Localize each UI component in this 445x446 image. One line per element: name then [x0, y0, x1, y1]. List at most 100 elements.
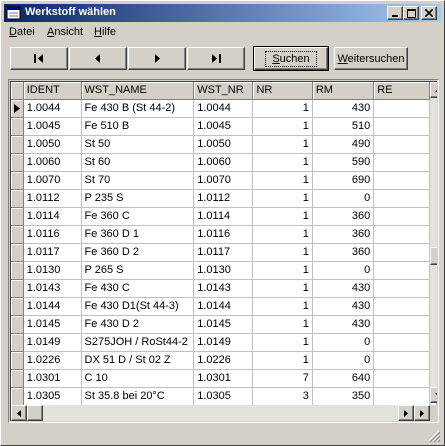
material-table[interactable]: IDENT WST_NAME WST_NR NR RM RE 1.0044 Fe … — [11, 82, 437, 406]
table-row[interactable]: 1.0050 St 50 1.0050 1 490 — [11, 135, 437, 154]
cell-wst-nr[interactable]: 1.0045 — [193, 117, 254, 136]
table-row[interactable]: 1.0060 St 60 1.0060 1 590 — [11, 153, 437, 172]
cell-ident[interactable]: 1.0130 — [23, 261, 82, 280]
table-row[interactable]: 1.0070 St 70 1.0070 1 690 — [11, 171, 437, 190]
search-button[interactable]: Suchen — [253, 46, 329, 71]
cell-ident[interactable]: 1.0149 — [23, 333, 82, 352]
table-row[interactable]: 1.0112 P 235 S 1.0112 1 0 — [11, 189, 437, 208]
cell-wst-name[interactable]: DX 51 D / St 02 Z — [81, 351, 195, 370]
cell-wst-name[interactable]: St 50 — [81, 135, 195, 154]
table-row[interactable]: 1.0305 St 35.8 bei 20°C 1.0305 3 350 — [11, 387, 437, 406]
header-ident[interactable]: IDENT — [23, 82, 82, 100]
cell-wst-name[interactable]: Fe 510 B — [81, 117, 195, 136]
cell-re[interactable] — [373, 261, 430, 280]
scroll-right-button[interactable] — [398, 405, 414, 421]
cell-wst-nr[interactable]: 1.0149 — [193, 333, 254, 352]
cell-ident[interactable]: 1.0045 — [23, 117, 82, 136]
cell-rm[interactable]: 490 — [312, 135, 375, 154]
header-wst-name[interactable]: WST_NAME — [81, 82, 195, 100]
cell-wst-name[interactable]: C 10 — [81, 369, 195, 388]
header-wst-nr[interactable]: WST_NR — [193, 82, 254, 100]
cell-wst-name[interactable]: St 35.8 bei 20°C — [81, 387, 195, 406]
cell-rm[interactable]: 640 — [312, 369, 375, 388]
cell-re[interactable] — [373, 153, 430, 172]
cell-rm[interactable]: 690 — [312, 171, 375, 190]
cell-re[interactable] — [373, 387, 430, 406]
cell-wst-nr[interactable]: 1.0301 — [193, 369, 254, 388]
cell-wst-nr[interactable]: 1.0305 — [193, 387, 254, 406]
horizontal-scrollbar[interactable] — [11, 405, 430, 421]
cell-re[interactable] — [373, 135, 430, 154]
cell-rm[interactable]: 350 — [312, 387, 375, 406]
cell-nr[interactable]: 1 — [252, 315, 313, 334]
cell-ident[interactable]: 1.0044 — [23, 99, 82, 118]
cell-ident[interactable]: 1.0117 — [23, 243, 82, 262]
cell-nr[interactable]: 1 — [252, 243, 313, 262]
table-row[interactable]: 1.0045 Fe 510 B 1.0045 1 510 — [11, 117, 437, 136]
cell-re[interactable] — [373, 297, 430, 316]
cell-wst-name[interactable]: Fe 360 D 2 — [81, 243, 195, 262]
cell-rm[interactable]: 430 — [312, 279, 375, 298]
table-row[interactable]: 1.0044 Fe 430 B (St 44-2) 1.0044 1 430 — [11, 99, 437, 118]
cell-re[interactable] — [373, 225, 430, 244]
cell-ident[interactable]: 1.0060 — [23, 153, 82, 172]
cell-nr[interactable]: 7 — [252, 369, 313, 388]
cell-nr[interactable]: 1 — [252, 333, 313, 352]
close-button[interactable] — [421, 6, 437, 20]
cell-re[interactable] — [373, 351, 430, 370]
row-indicator[interactable] — [11, 297, 24, 316]
cell-re[interactable] — [373, 117, 430, 136]
cell-ident[interactable]: 1.0112 — [23, 189, 82, 208]
header-nr[interactable]: NR — [252, 82, 313, 100]
cell-wst-nr[interactable]: 1.0044 — [193, 99, 254, 118]
cell-ident[interactable]: 1.0143 — [23, 279, 82, 298]
cell-wst-name[interactable]: P 235 S — [81, 189, 195, 208]
row-indicator[interactable] — [11, 135, 24, 154]
cell-re[interactable] — [373, 189, 430, 208]
cell-rm[interactable]: 430 — [312, 315, 375, 334]
cell-nr[interactable]: 1 — [252, 117, 313, 136]
cell-nr[interactable]: 1 — [252, 153, 313, 172]
header-rm[interactable]: RM — [312, 82, 375, 100]
row-indicator[interactable] — [11, 351, 24, 370]
cell-wst-nr[interactable]: 1.0060 — [193, 153, 254, 172]
cell-wst-nr[interactable]: 1.0112 — [193, 189, 254, 208]
cell-rm[interactable]: 430 — [312, 99, 375, 118]
cell-nr[interactable]: 1 — [252, 279, 313, 298]
cell-wst-nr[interactable]: 1.0226 — [193, 351, 254, 370]
first-record-button[interactable] — [10, 47, 68, 70]
vertical-scrollbar[interactable] — [430, 82, 437, 403]
cell-wst-nr[interactable]: 1.0117 — [193, 243, 254, 262]
cell-wst-name[interactable]: Fe 430 C — [81, 279, 195, 298]
table-row[interactable]: 1.0117 Fe 360 D 2 1.0117 1 360 — [11, 243, 437, 262]
row-indicator[interactable] — [11, 279, 24, 298]
row-indicator[interactable] — [11, 333, 24, 352]
cell-ident[interactable]: 1.0070 — [23, 171, 82, 190]
row-indicator[interactable] — [11, 261, 24, 280]
cell-nr[interactable]: 1 — [252, 351, 313, 370]
table-row[interactable]: 1.0114 Fe 360 C 1.0114 1 360 — [11, 207, 437, 226]
table-row[interactable]: 1.0144 Fe 430 D1(St 44-3) 1.0144 1 430 — [11, 297, 437, 316]
cell-nr[interactable]: 3 — [252, 387, 313, 406]
table-row[interactable]: 1.0143 Fe 430 C 1.0143 1 430 — [11, 279, 437, 298]
scroll-left-button[interactable] — [11, 405, 27, 421]
cell-wst-nr[interactable]: 1.0050 — [193, 135, 254, 154]
cell-wst-name[interactable]: St 60 — [81, 153, 195, 172]
cell-rm[interactable]: 0 — [312, 261, 375, 280]
row-indicator[interactable] — [11, 369, 24, 388]
cell-nr[interactable]: 1 — [252, 189, 313, 208]
cell-wst-nr[interactable]: 1.0114 — [193, 207, 254, 226]
cell-nr[interactable]: 1 — [252, 225, 313, 244]
cell-wst-nr[interactable]: 1.0070 — [193, 171, 254, 190]
row-indicator[interactable] — [11, 171, 24, 190]
cell-nr[interactable]: 1 — [252, 297, 313, 316]
table-row[interactable]: 1.0301 C 10 1.0301 7 640 — [11, 369, 437, 388]
cell-wst-name[interactable]: Fe 360 D 1 — [81, 225, 195, 244]
continue-search-button[interactable]: Weitersuchen — [334, 47, 408, 70]
cell-rm[interactable]: 0 — [312, 351, 375, 370]
cell-wst-name[interactable]: Fe 430 D 2 — [81, 315, 195, 334]
menu-hilfe[interactable]: Hilfe — [94, 26, 116, 38]
horizontal-scroll-thumb[interactable] — [27, 405, 43, 421]
row-indicator[interactable] — [11, 99, 24, 118]
cell-wst-name[interactable]: Fe 430 B (St 44-2) — [81, 99, 195, 118]
